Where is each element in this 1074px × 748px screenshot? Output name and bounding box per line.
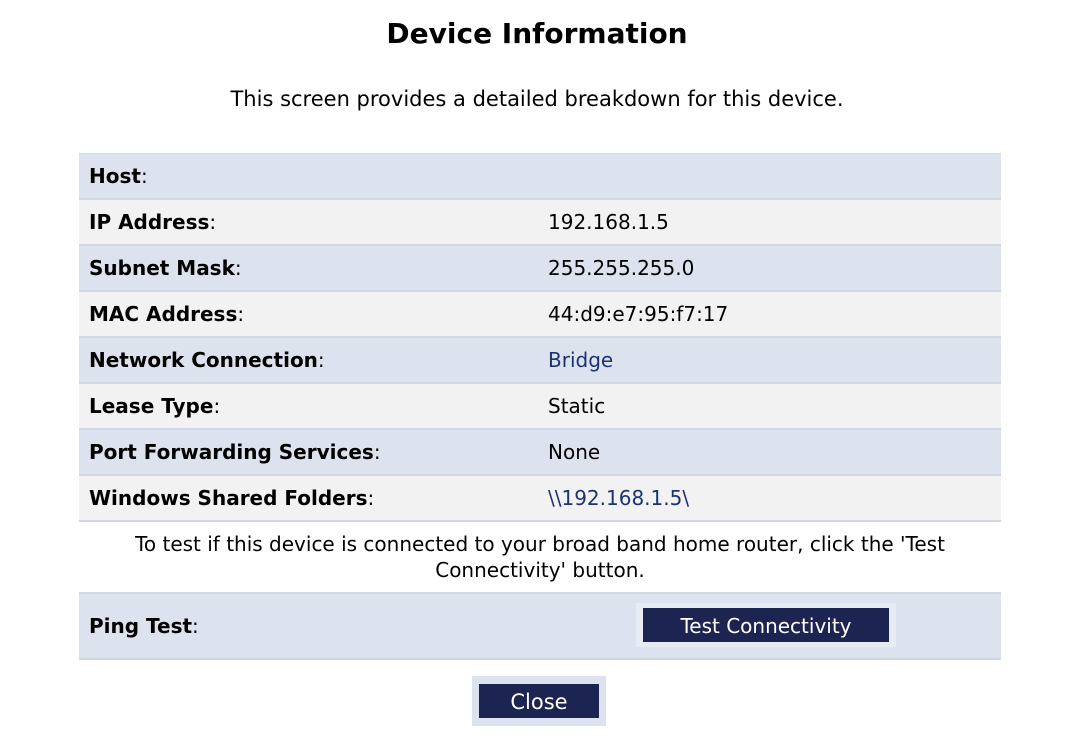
ping-test-label: Ping Test: xyxy=(89,614,199,638)
network-connection-link[interactable]: Bridge xyxy=(548,338,613,382)
row-shared-folders: Windows Shared Folders: \\192.168.1.5\ xyxy=(79,476,1001,522)
page-title: Device Information xyxy=(386,17,688,50)
ip-address-label: IP Address: xyxy=(89,210,217,234)
device-info-table: Host: IP Address: 192.168.1.5 Subnet Mas… xyxy=(79,153,1001,660)
shared-folders-label: Windows Shared Folders: xyxy=(89,486,375,510)
mac-address-label: MAC Address: xyxy=(89,302,245,326)
row-subnet-mask: Subnet Mask: 255.255.255.0 xyxy=(79,246,1001,292)
close-button[interactable]: Close xyxy=(479,684,599,718)
row-mac-address: MAC Address: 44:d9:e7:95:f7:17 xyxy=(79,292,1001,338)
network-connection-label: Network Connection: xyxy=(89,348,325,372)
row-ping-test: Ping Test: Test Connectivity xyxy=(79,594,1001,660)
connectivity-notice: To test if this device is connected to y… xyxy=(79,522,1001,594)
subnet-mask-value: 255.255.255.0 xyxy=(548,256,695,280)
port-forwarding-label: Port Forwarding Services: xyxy=(89,440,381,464)
port-forwarding-value: None xyxy=(548,440,601,464)
mac-address-value: 44:d9:e7:95:f7:17 xyxy=(548,302,729,326)
row-lease-type: Lease Type: Static xyxy=(79,384,1001,430)
close-button-frame: Close xyxy=(472,676,606,726)
test-connectivity-button[interactable]: Test Connectivity xyxy=(643,608,889,642)
row-network-connection: Network Connection: Bridge xyxy=(79,338,1001,384)
row-port-forwarding: Port Forwarding Services: None xyxy=(79,430,1001,476)
shared-folders-link[interactable]: \\192.168.1.5\ xyxy=(548,476,689,520)
host-label: Host: xyxy=(89,164,148,188)
test-connectivity-button-frame: Test Connectivity xyxy=(636,603,896,647)
lease-type-label: Lease Type: xyxy=(89,394,221,418)
lease-type-value: Static xyxy=(548,394,606,418)
subnet-mask-label: Subnet Mask: xyxy=(89,256,242,280)
row-host: Host: xyxy=(79,154,1001,200)
row-ip-address: IP Address: 192.168.1.5 xyxy=(79,200,1001,246)
ip-address-value: 192.168.1.5 xyxy=(548,210,669,234)
page-description: This screen provides a detailed breakdow… xyxy=(230,87,844,111)
